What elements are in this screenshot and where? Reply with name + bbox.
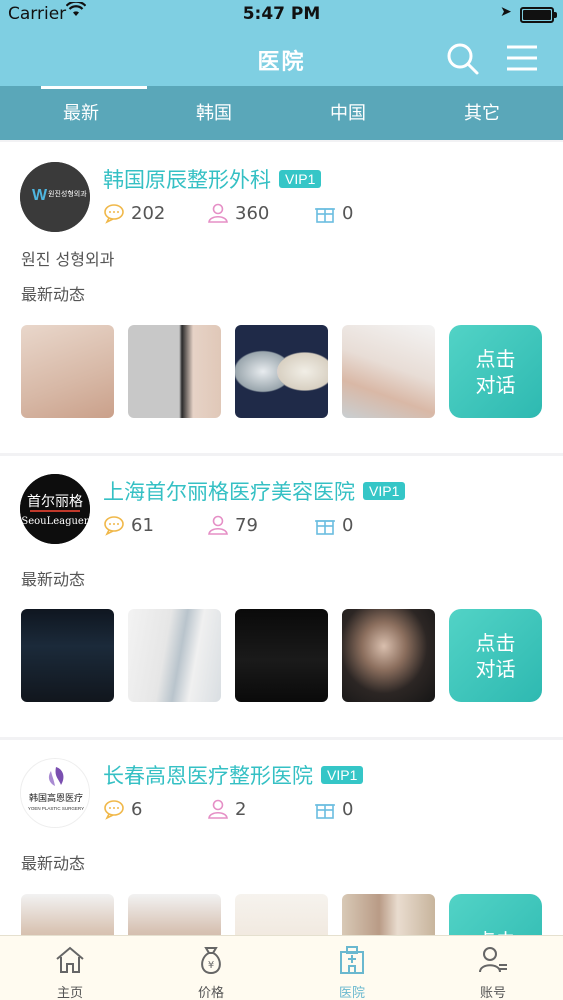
gift-count-value: 0 <box>342 202 354 224</box>
gift-icon <box>315 804 335 819</box>
post-thumbnail[interactable] <box>128 325 221 418</box>
money-bag-icon: ¥ <box>201 947 221 975</box>
user-icon <box>208 203 228 223</box>
tab-latest[interactable]: 最新 <box>14 86 148 140</box>
hospital-card[interactable]: W 원진성형외과 韩国原辰整形外科 VIP1 202 360 0 원진 성형외과 … <box>0 142 563 453</box>
comment-count: 202 <box>103 202 165 224</box>
follower-count-value: 2 <box>235 798 247 820</box>
follower-count: 360 <box>207 202 269 224</box>
clock: 5:47 PM <box>242 4 321 24</box>
post-thumbnail[interactable] <box>21 325 114 418</box>
tabbar-label: 主页 <box>56 986 83 1000</box>
vip-badge: VIP1 <box>279 170 322 188</box>
navbar: 医院 <box>0 30 563 86</box>
comment-count-value: 61 <box>131 514 154 536</box>
logo-text: 首尔丽格 <box>27 494 83 510</box>
comment-icon <box>104 204 124 224</box>
tab-other[interactable]: 其它 <box>415 86 549 140</box>
hospital-name[interactable]: 上海首尔丽格医疗美容医院 VIP1 <box>103 476 406 506</box>
chat-button-label: 点击 对话 <box>475 630 516 681</box>
follower-count-value: 360 <box>235 202 270 224</box>
comment-icon <box>104 516 124 536</box>
gift-count: 0 <box>314 514 353 536</box>
tabbar-item-hospital[interactable]: 医院 <box>282 936 422 1000</box>
tabbar-label: 价格 <box>197 986 224 1000</box>
home-icon <box>56 946 84 973</box>
location-arrow-icon: ➤ <box>500 4 512 20</box>
account-icon <box>479 947 507 973</box>
gift-icon <box>315 208 335 223</box>
comment-count-value: 6 <box>131 798 143 820</box>
post-thumbnail[interactable] <box>342 609 435 702</box>
comment-count: 6 <box>103 798 142 820</box>
battery-level <box>523 10 551 20</box>
post-thumbnail[interactable] <box>235 325 328 418</box>
hospital-name-text: 长春高恩医疗整形医院 <box>103 764 313 788</box>
logo-subtext: YOEN PLASTIC SURGERY <box>28 806 84 811</box>
chat-button[interactable]: 点击 对话 <box>449 325 542 418</box>
chat-button[interactable]: 点击 对话 <box>449 609 542 702</box>
gift-count-value: 0 <box>342 514 354 536</box>
bottom-tab-bar: 主页 ¥ 价格 医院 账号 <box>0 935 563 1000</box>
category-tabs: 最新 韩国 中国 其它 <box>0 86 563 140</box>
battery-icon <box>520 7 557 23</box>
vip-badge: VIP1 <box>363 482 406 500</box>
comment-icon <box>104 800 124 820</box>
post-thumbnail[interactable] <box>21 609 114 702</box>
tabbar-item-home[interactable]: 主页 <box>0 936 140 1000</box>
hospital-name-text: 上海首尔丽格医疗美容医院 <box>103 480 355 504</box>
tabbar-label: 账号 <box>479 986 506 1000</box>
hospital-card[interactable]: 韩国高恩医疗 YOEN PLASTIC SURGERY 长春高恩医疗整形医院 VI… <box>0 740 563 987</box>
tab-korea[interactable]: 韩国 <box>147 86 281 140</box>
svg-text:¥: ¥ <box>208 960 214 971</box>
chat-button-label: 点击 对话 <box>475 346 516 397</box>
gift-count-value: 0 <box>342 798 354 820</box>
gift-icon <box>315 520 335 535</box>
search-icon[interactable] <box>444 40 480 76</box>
status-bar: Carrier 5:47 PM ➤ <box>0 0 563 30</box>
latest-updates-label: 最新动态 <box>21 570 86 589</box>
user-icon <box>208 515 228 535</box>
hospital-icon <box>340 946 364 974</box>
hospital-name[interactable]: 长春高恩医疗整形医院 VIP1 <box>103 760 364 790</box>
follower-count-value: 79 <box>235 514 258 536</box>
tabbar-item-price[interactable]: ¥ 价格 <box>141 936 281 1000</box>
post-thumbnail[interactable] <box>342 325 435 418</box>
latest-updates-label: 最新动态 <box>21 854 86 873</box>
menu-icon[interactable] <box>504 42 540 74</box>
svg-text:W: W <box>32 187 48 204</box>
logo-subtext: SeouLeaguer <box>21 516 89 527</box>
comment-count-value: 202 <box>131 202 166 224</box>
tabbar-label: 医院 <box>338 986 365 1000</box>
tab-china[interactable]: 中国 <box>281 86 415 140</box>
post-thumbnail[interactable] <box>128 609 221 702</box>
comment-count: 61 <box>103 514 154 536</box>
follower-count: 79 <box>207 514 258 536</box>
logo-text: 韩国高恩医疗 <box>29 792 83 804</box>
follower-count: 2 <box>207 798 246 820</box>
hospital-card[interactable]: 首尔丽格 SeouLeaguer 上海首尔丽格医疗美容医院 VIP1 61 79 … <box>0 456 563 737</box>
user-icon <box>208 799 228 819</box>
logo-text: 원진성형외과 <box>48 189 87 198</box>
gift-count: 0 <box>314 798 353 820</box>
hospital-logo[interactable]: W 원진성형외과 <box>20 162 90 232</box>
hospital-name[interactable]: 韩国原辰整形外科 VIP1 <box>103 164 322 194</box>
hospital-logo[interactable]: 韩国高恩医疗 YOEN PLASTIC SURGERY <box>20 758 90 828</box>
gift-count: 0 <box>314 202 353 224</box>
latest-updates-label: 最新动态 <box>21 285 86 304</box>
tabbar-item-account[interactable]: 账号 <box>423 936 563 1000</box>
hospital-logo[interactable]: 首尔丽格 SeouLeaguer <box>20 474 90 544</box>
hospital-subtitle: 원진 성형외과 <box>21 250 115 269</box>
hospital-name-text: 韩国原辰整形外科 <box>103 168 271 192</box>
post-thumbnail[interactable] <box>235 609 328 702</box>
vip-badge: VIP1 <box>321 766 364 784</box>
